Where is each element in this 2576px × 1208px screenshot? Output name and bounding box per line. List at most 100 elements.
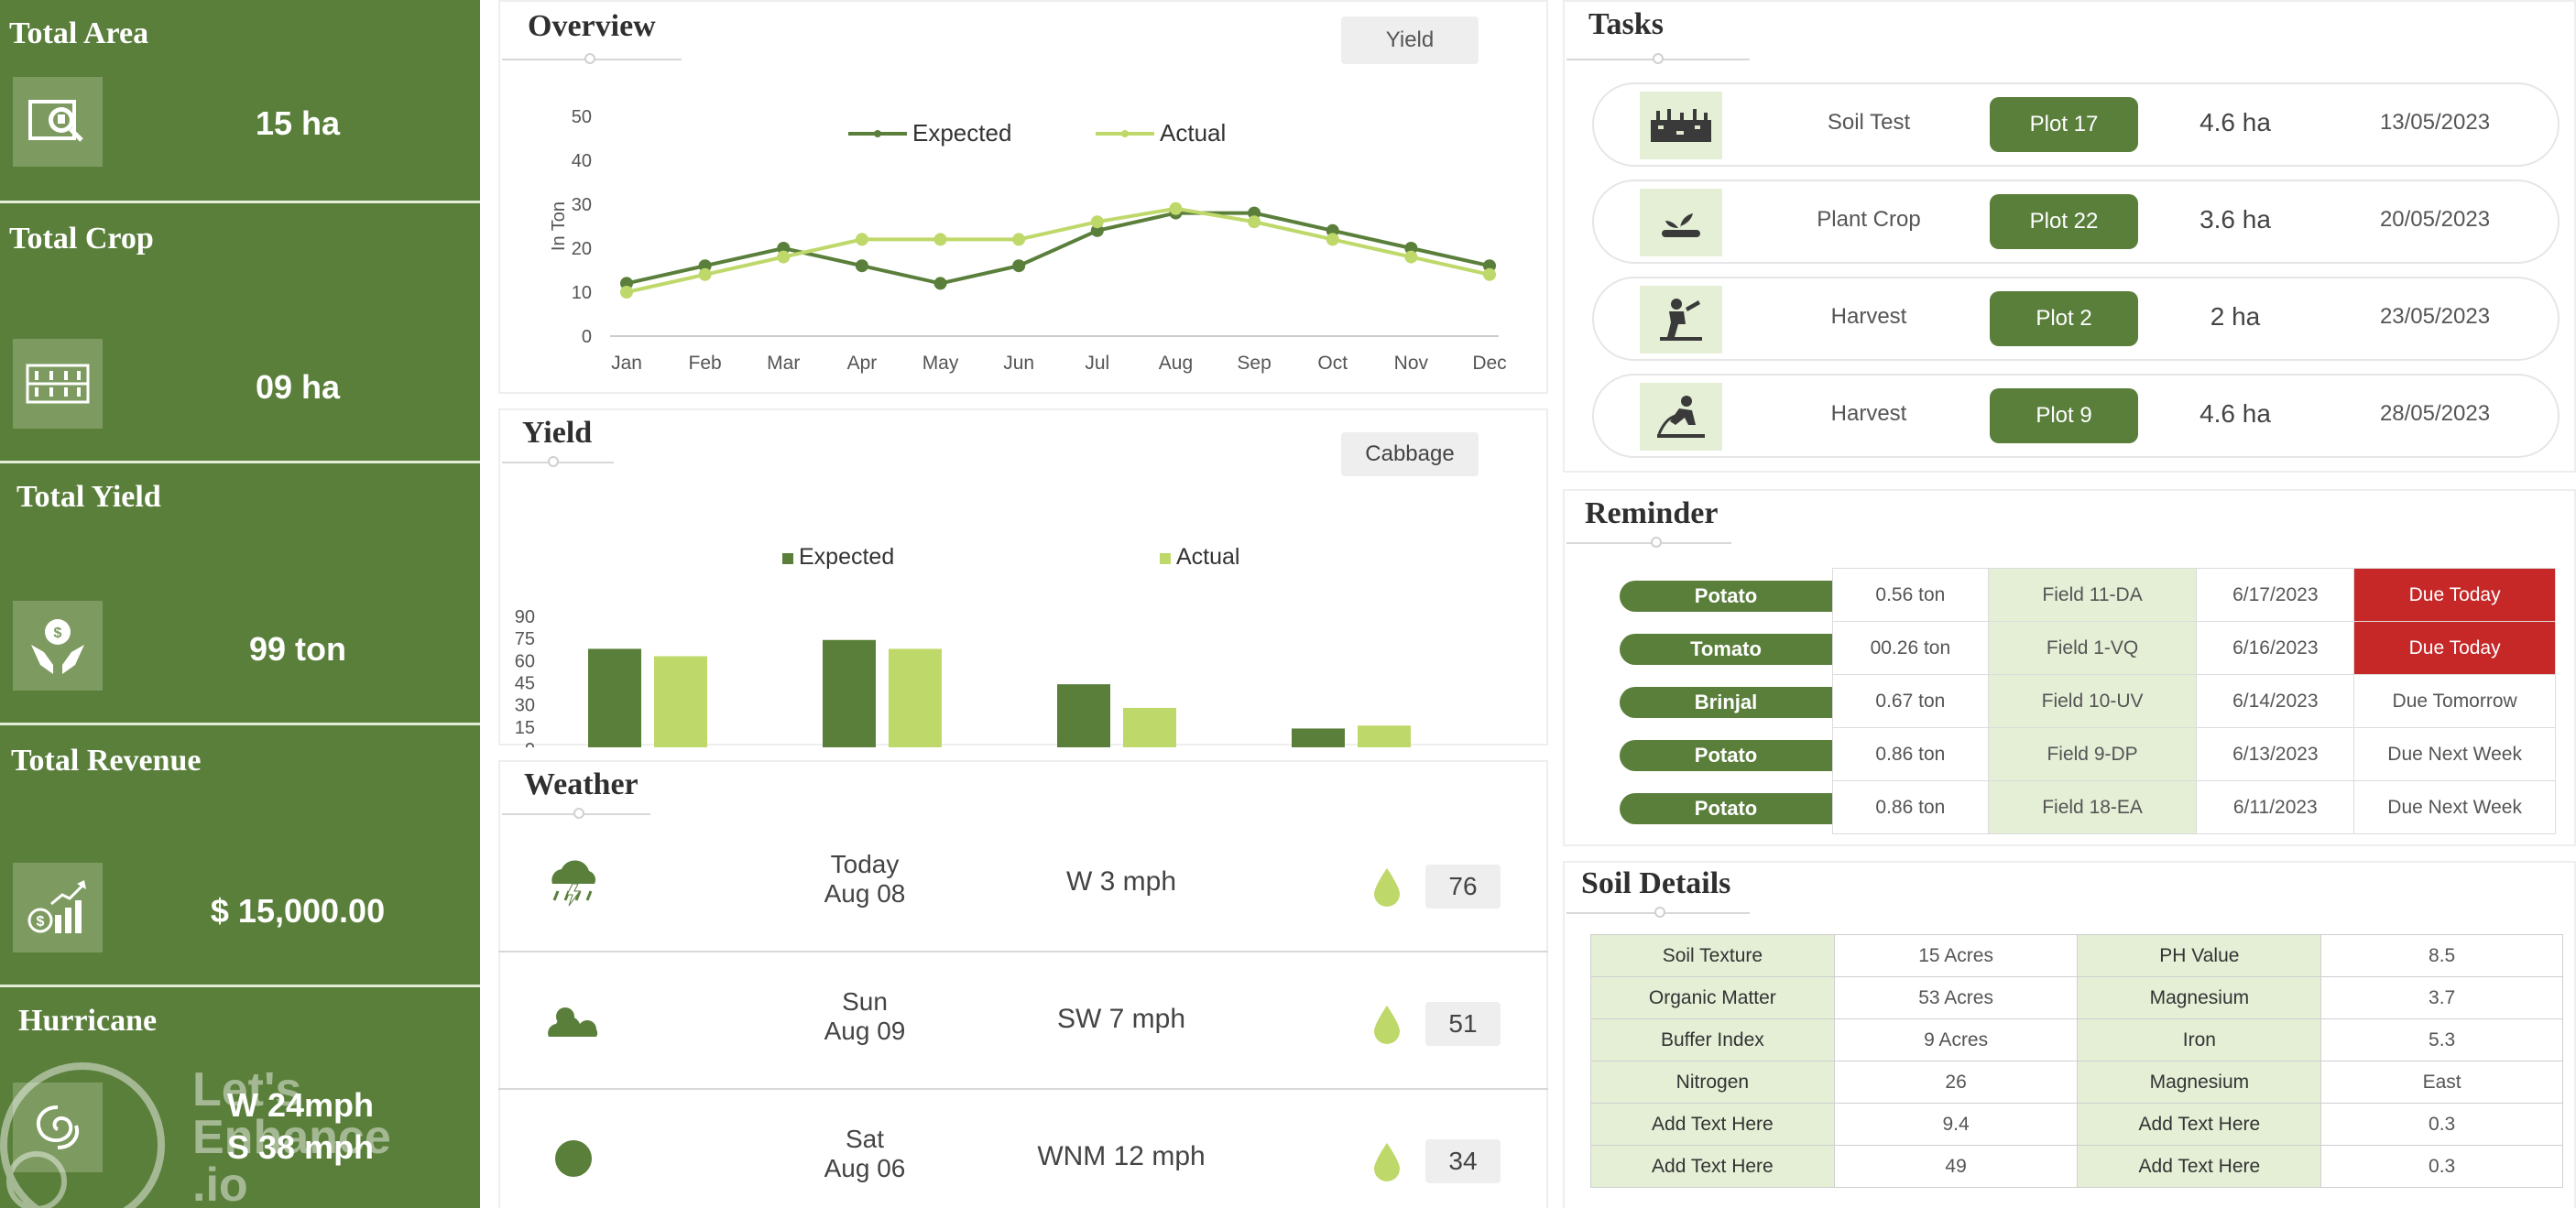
reminder-date: 6/13/2023 xyxy=(2196,727,2355,781)
reminder-qty: 00.26 ton xyxy=(1832,621,1989,675)
soil-test-icon xyxy=(1640,92,1722,159)
weather-day: Today xyxy=(830,850,900,878)
kpi-total-revenue: Total Revenue $ $ 15,000.00 xyxy=(0,725,480,987)
weather-wind: WNM 12 mph xyxy=(1037,1141,1206,1171)
rain-cloud-icon xyxy=(537,852,610,916)
soil-value: 26 xyxy=(1833,1061,2079,1104)
soil-row: Buffer Index 9 Acres Iron 5.3 xyxy=(1590,1018,2563,1061)
humidity-drop-icon xyxy=(1372,866,1402,907)
y-tick-label: 30 xyxy=(572,195,592,215)
x-tick-label: Mar xyxy=(767,353,800,374)
kpi-value: 09 ha xyxy=(255,368,341,406)
panel-title: Yield xyxy=(522,416,593,450)
weather-row: Sun Aug 09 SW 7 mph 51 xyxy=(498,952,1548,1090)
title-underline-dot xyxy=(584,53,595,64)
weather-row: Sat Aug 06 WNM 12 mph 34 xyxy=(498,1090,1548,1208)
reminder-status: Due Today xyxy=(2353,568,2556,622)
soil-row: Organic Matter 53 Acres Magnesium 3.7 xyxy=(1590,976,2563,1019)
legend-marker xyxy=(1121,130,1129,137)
soil-label: Add Text Here xyxy=(2077,1145,2322,1188)
bar-actual xyxy=(1123,707,1176,747)
crop-select-button[interactable]: Cabbage xyxy=(1341,432,1479,476)
yield-panel: Yield Cabbage 0 153045 607590 Expected Actu… xyxy=(498,408,1548,747)
panel-title: Tasks xyxy=(1588,7,1664,41)
plot-badge[interactable]: Plot 22 xyxy=(1990,194,2138,249)
panel-title: Overview xyxy=(528,9,656,43)
data-point xyxy=(1012,233,1026,246)
kpi-total-yield: Total Yield $ 99 ton xyxy=(0,463,480,725)
reminder-date: 6/14/2023 xyxy=(2196,674,2355,728)
y-tick-label: 20 xyxy=(572,239,592,259)
reminder-status: Due Next Week xyxy=(2353,727,2556,781)
svg-text:$: $ xyxy=(54,626,62,641)
data-point xyxy=(620,286,633,299)
soil-row: Soil Texture 15 Acres PH Value 8.5 xyxy=(1590,934,2563,977)
revenue-growth-icon: $ xyxy=(13,863,103,952)
kpi-value: 99 ton xyxy=(248,630,346,668)
soil-value: 49 xyxy=(1833,1145,2079,1188)
y-tick-label: 60 xyxy=(515,651,535,671)
soil-row: Add Text Here 49 Add Text Here 0.3 xyxy=(1590,1145,2563,1188)
overview-metric-button[interactable]: Yield xyxy=(1341,16,1479,64)
data-point xyxy=(855,233,868,246)
data-point xyxy=(1326,233,1339,246)
reminder-table: 0.56 ton Field 11-DA 6/17/2023 Due Today 00.… xyxy=(1832,568,2556,834)
bar-expected xyxy=(1057,684,1110,747)
kpi-title: Total Area xyxy=(9,16,149,50)
bar-expected xyxy=(588,648,641,747)
soil-value: 9.4 xyxy=(1833,1103,2079,1146)
watermark-text: Let's Enhance .io xyxy=(192,1063,391,1208)
plant-crop-icon xyxy=(1640,189,1722,256)
task-date: 23/05/2023 xyxy=(2379,304,2491,329)
x-tick-label: Nov xyxy=(1394,353,1429,374)
soil-value: 0.3 xyxy=(2320,1145,2563,1188)
crop-rows-icon xyxy=(13,339,103,429)
overview-panel: Overview Yield 0 10 20 30 40 50 In Ton Expecte… xyxy=(498,0,1548,394)
task-row[interactable]: Plant Crop Plot 22 3.6 ha 20/05/2023 xyxy=(1592,180,2560,264)
x-tick-label: Sep xyxy=(1237,353,1271,374)
series-line-expected xyxy=(626,211,1490,286)
reminder-date: 6/17/2023 xyxy=(2196,568,2355,622)
task-row[interactable]: Soil Test Plot 17 4.6 ha 13/05/2023 xyxy=(1592,82,2560,167)
area-icon xyxy=(13,77,103,167)
task-row[interactable]: Harvest Plot 2 2 ha 23/05/2023 xyxy=(1592,277,2560,361)
task-area: 4.6 ha xyxy=(2199,399,2271,428)
y-tick-label: 90 xyxy=(515,607,535,627)
soil-value: 15 Acres xyxy=(1833,934,2079,977)
soil-label: Iron xyxy=(2077,1018,2322,1061)
crop-label: Tomato xyxy=(1620,634,1832,665)
task-row[interactable]: Harvest Plot 9 4.6 ha 28/05/2023 xyxy=(1592,374,2560,458)
yield-bar-chart: 0153045607590 ExpectedActual Yield 1Yiel… xyxy=(515,544,1411,747)
soil-value: 8.5 xyxy=(2320,934,2563,977)
crop-label: Potato xyxy=(1620,740,1832,771)
panel-title: Weather xyxy=(524,767,639,801)
x-tick-label: Oct xyxy=(1317,353,1348,374)
reminder-field: Field 11-DA xyxy=(1987,568,2198,622)
y-axis-label: In Ton xyxy=(549,201,569,251)
data-point xyxy=(777,250,791,264)
task-name: Plant Crop xyxy=(1817,207,1921,232)
task-date: 20/05/2023 xyxy=(2379,207,2491,232)
reminder-date: 6/11/2023 xyxy=(2196,780,2355,834)
crop-label: Potato xyxy=(1620,793,1832,824)
reminder-status: Due Today xyxy=(2353,621,2556,675)
data-point xyxy=(855,259,868,273)
bar-actual xyxy=(1358,725,1411,747)
kpi-total-crop: Total Crop 09 ha xyxy=(0,203,480,463)
plot-badge[interactable]: Plot 9 xyxy=(1990,388,2138,443)
legend-marker xyxy=(874,130,881,137)
data-point xyxy=(1012,259,1026,273)
soil-value: 9 Acres xyxy=(1833,1018,2079,1061)
bar-actual xyxy=(654,656,707,747)
y-tick-label: 40 xyxy=(572,151,592,171)
reminder-row: 0.56 ton Field 11-DA 6/17/2023 Due Today xyxy=(1832,568,2556,622)
data-point xyxy=(933,277,947,290)
plot-badge[interactable]: Plot 17 xyxy=(1990,97,2138,152)
data-point xyxy=(1483,267,1496,281)
legend-label: Actual xyxy=(1160,119,1226,147)
harvest-icon xyxy=(1640,286,1722,354)
task-area: 4.6 ha xyxy=(2199,108,2271,136)
plot-badge[interactable]: Plot 2 xyxy=(1990,291,2138,346)
sun-icon xyxy=(537,1126,610,1191)
partly-cloudy-icon xyxy=(537,989,610,1053)
